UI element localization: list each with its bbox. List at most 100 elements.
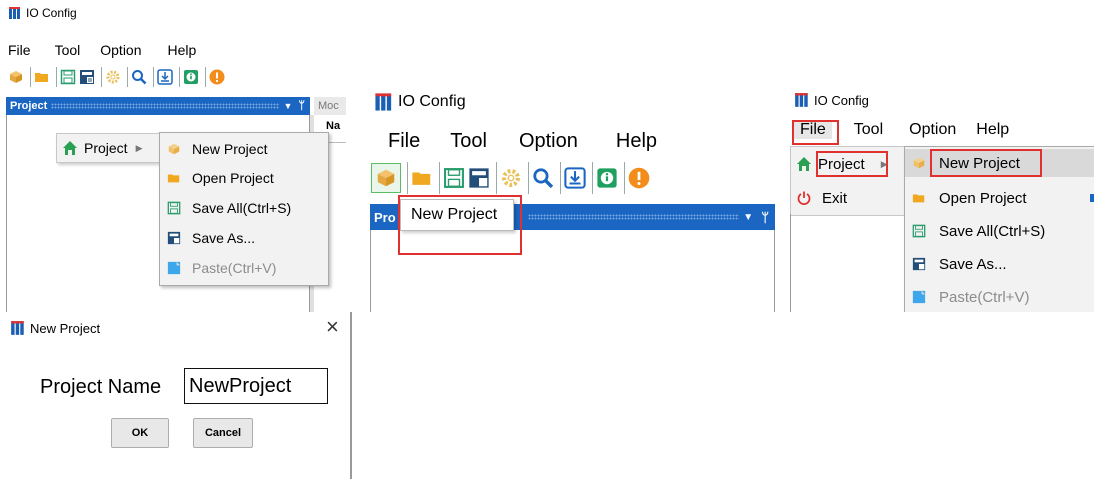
project-dock-header[interactable]: Project ▼ ᛘ: [6, 97, 310, 115]
toolbar-separator: [30, 67, 31, 87]
new-project-icon: [377, 169, 395, 187]
open-project-tool-button[interactable]: [411, 167, 433, 189]
download-icon: [564, 167, 586, 189]
highlight-file-menu: [792, 120, 839, 145]
download-tool-button[interactable]: [157, 69, 173, 85]
dock-grip: [528, 214, 740, 220]
menu-help[interactable]: Help: [976, 121, 1009, 139]
menu-file[interactable]: File: [388, 130, 420, 153]
new-project-tool-button[interactable]: [371, 163, 401, 193]
dock-pin-icon[interactable]: ᛘ: [761, 210, 769, 225]
home-icon: [63, 141, 77, 155]
settings-tool-button[interactable]: [105, 69, 121, 85]
gear-icon: [502, 169, 520, 187]
save-as-icon: [80, 70, 94, 84]
info-icon: [597, 168, 617, 188]
warning-icon: [209, 69, 225, 85]
info-tool-button[interactable]: [596, 167, 618, 189]
app-logo-icon: [11, 321, 24, 335]
folder-icon: [166, 170, 182, 186]
download-tool-button[interactable]: [564, 167, 586, 189]
menu-item-save-as[interactable]: Save As...: [160, 226, 328, 250]
dock-pin-icon[interactable]: ᛘ: [298, 100, 305, 112]
menu-option[interactable]: Option: [519, 130, 578, 153]
menu-option[interactable]: Option: [100, 42, 141, 58]
toolbar-separator: [496, 162, 497, 194]
dialog-title: New Project: [10, 320, 100, 336]
menu-item-label: Save All(Ctrl+S): [192, 200, 292, 216]
toolbar-separator: [528, 162, 529, 194]
menu-help[interactable]: Help: [168, 42, 197, 58]
dock-dropdown-icon[interactable]: ▼: [283, 101, 292, 111]
highlight-project-item: [816, 151, 888, 177]
menu-item-open-project[interactable]: Open Project: [905, 184, 1094, 212]
save-as-icon: [166, 230, 182, 246]
close-icon[interactable]: ×: [326, 314, 339, 340]
window-title-text: IO Config: [26, 6, 77, 20]
menu-item-paste: Paste(Ctrl+V): [905, 283, 1094, 311]
toolbar-separator: [560, 162, 561, 194]
exit-label: Exit: [822, 189, 848, 207]
toolbar-separator: [592, 162, 593, 194]
menu-item-save-all[interactable]: Save All(Ctrl+S): [905, 217, 1094, 245]
menubar: File Tool Option Help: [8, 42, 196, 58]
highlight-new-project-item: [930, 149, 1042, 177]
toolbar: [371, 162, 653, 194]
download-icon: [157, 69, 173, 85]
menu-help[interactable]: Help: [616, 130, 657, 153]
menu-item-label: Open Project: [939, 189, 1027, 207]
toolbar-separator: [179, 67, 180, 87]
toolbar-separator: [407, 162, 408, 194]
save-as-tool-button[interactable]: [468, 167, 490, 189]
toolbar-separator: [205, 67, 206, 87]
warning-tool-button[interactable]: [209, 69, 225, 85]
toolbar-separator: [153, 67, 154, 87]
menu-item-save-all[interactable]: Save All(Ctrl+S): [160, 196, 328, 220]
warning-tool-button[interactable]: [628, 167, 650, 189]
menu-item-label: New Project: [192, 141, 268, 157]
new-project-dialog: New Project × Project Name OK Cancel: [0, 312, 352, 479]
toolbar-separator: [56, 67, 57, 87]
settings-tool-button[interactable]: [500, 167, 522, 189]
app-logo-icon: [795, 93, 808, 107]
cancel-button[interactable]: Cancel: [193, 418, 253, 448]
new-project-icon: [911, 155, 927, 171]
search-tool-button[interactable]: [532, 167, 554, 189]
save-all-tool-button[interactable]: [443, 167, 465, 189]
menu-tool[interactable]: Tool: [55, 42, 81, 58]
file-menu-exit-item[interactable]: Exit: [790, 186, 906, 210]
menu-item-save-as[interactable]: Save As...: [905, 250, 1094, 278]
menu-item-open-project[interactable]: Open Project: [160, 166, 328, 190]
project-menu-item[interactable]: Project ▶: [56, 133, 162, 163]
window-title-text: IO Config: [814, 92, 869, 108]
panel-toolbar-tooltip: IO Config File Tool Option Help Pro ▼ ᛘ …: [358, 78, 778, 312]
power-icon: [797, 191, 811, 205]
save-all-tool-button[interactable]: [60, 69, 76, 85]
dock-dropdown-icon[interactable]: ▼: [743, 212, 753, 223]
search-icon: [533, 168, 554, 189]
app-logo-icon: [9, 7, 20, 19]
highlight-new-project-tooltip: [398, 195, 522, 255]
module-dock-title: Moc: [318, 100, 339, 112]
new-project-icon: [166, 141, 182, 157]
toolbar-separator: [439, 162, 440, 194]
new-project-tool-button[interactable]: [8, 69, 24, 85]
info-tool-button[interactable]: [183, 69, 199, 85]
menu-file[interactable]: File: [8, 42, 31, 58]
project-menu-label: Project: [84, 140, 128, 156]
open-project-tool-button[interactable]: [34, 69, 50, 85]
ok-button[interactable]: OK: [111, 418, 169, 448]
menu-tool[interactable]: Tool: [854, 121, 883, 139]
app-logo-icon: [375, 93, 392, 111]
save-as-tool-button[interactable]: [79, 69, 95, 85]
menu-tool[interactable]: Tool: [450, 130, 487, 153]
save-icon: [444, 168, 464, 188]
window-title: IO Config: [374, 92, 466, 112]
menu-item-label: Open Project: [192, 170, 274, 186]
panel-file-menu: IO Config File Tool Option Help Project …: [788, 84, 1094, 312]
menu-option[interactable]: Option: [909, 121, 956, 139]
menu-item-new-project[interactable]: New Project: [160, 137, 328, 161]
search-tool-button[interactable]: [131, 69, 147, 85]
app-dock-frame: [790, 214, 909, 312]
project-name-input[interactable]: [184, 368, 328, 404]
